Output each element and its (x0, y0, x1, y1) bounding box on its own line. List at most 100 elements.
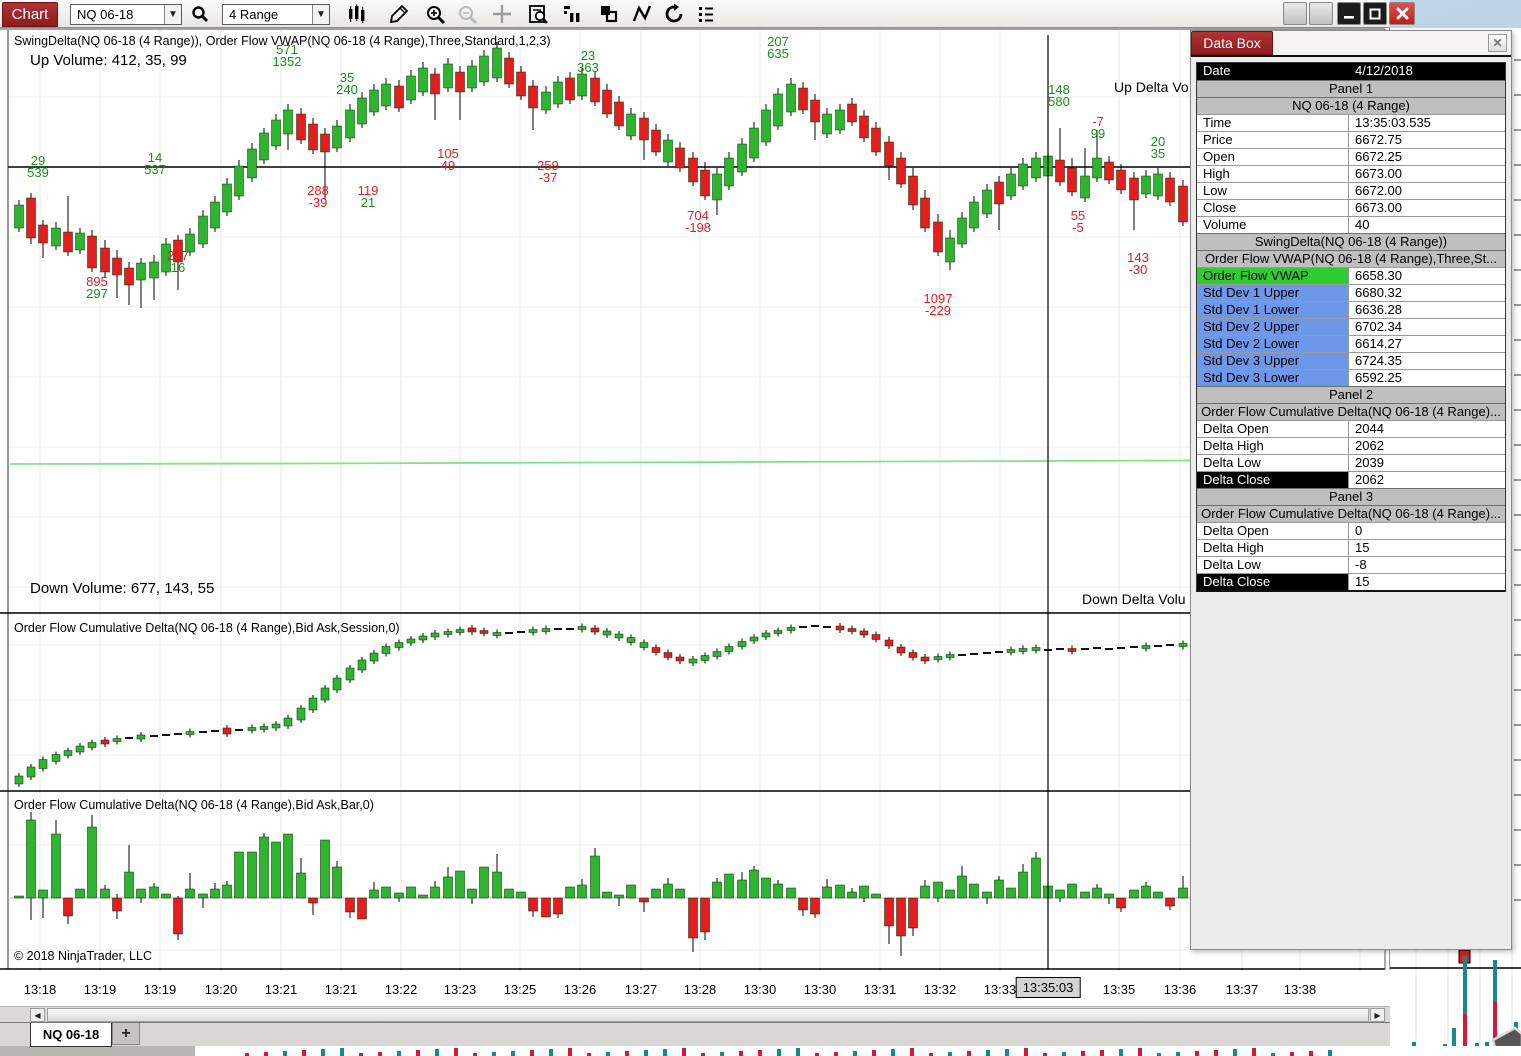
up-volume-label: Up Volume: 412, 35, 99 (30, 52, 187, 69)
minimize-button[interactable] (1337, 2, 1361, 25)
reload-button[interactable] (662, 3, 686, 25)
zoom-out-button[interactable] (455, 3, 479, 25)
close-icon (1396, 7, 1408, 20)
maximize-icon (1369, 8, 1381, 19)
zoom-in-button[interactable] (423, 3, 447, 25)
panel3-indicator-label: Order Flow Cumulative Delta(NQ 06-18 (4 … (14, 798, 374, 812)
horizontal-scrollbar[interactable]: ◀ ▶ (0, 1006, 1390, 1022)
swing-delta-label: 1097 -229 (923, 291, 953, 318)
window-button-2[interactable] (1309, 2, 1333, 25)
search-icon (192, 6, 209, 23)
background-patch (0, 1046, 195, 1056)
time-axis-label: 13:19 (143, 982, 177, 997)
period-selector[interactable]: 4 Range ▼ (222, 4, 330, 25)
instrument-search-button[interactable] (188, 3, 212, 25)
time-axis-label: 13:27 (624, 982, 658, 997)
scroll-left-button[interactable]: ◀ (30, 1008, 45, 1022)
swing-delta-label: 23 363 (577, 48, 599, 75)
data-box-row: High 6673.00 (1197, 165, 1505, 182)
data-box-section-header: SwingDelta(NQ 06-18 (4 Range)) (1197, 233, 1505, 250)
swing-delta-label: 704 -198 (684, 208, 712, 235)
candles-icon (349, 4, 365, 23)
crosshair-plus-icon (493, 5, 511, 23)
time-axis-label: 13:36 (1163, 982, 1197, 997)
swing-delta-label: 14 537 (144, 150, 166, 177)
data-box-section-header: Order Flow Cumulative Delta(NQ 06-18 (4 … (1197, 505, 1505, 522)
time-axis-label: 13:19 (83, 982, 117, 997)
data-box-row: Delta Close 2062 (1197, 471, 1505, 488)
time-axis-label: 13:30 (743, 982, 777, 997)
close-window-button[interactable] (1389, 2, 1415, 25)
data-box-section-header: Order Flow VWAP(NQ 06-18 (4 Range),Three… (1197, 250, 1505, 267)
chevron-down-icon[interactable]: ▼ (164, 5, 181, 24)
data-box-section-header: Order Flow Cumulative Delta(NQ 06-18 (4 … (1197, 403, 1505, 420)
swing-delta-label: 895 297 (86, 274, 108, 301)
data-box-row: Delta High 2062 (1197, 437, 1505, 454)
data-box-row: Std Dev 3 Upper 6724.35 (1197, 352, 1505, 369)
swing-delta-label: 207 16 (167, 248, 189, 275)
scrollbar-thumb[interactable] (47, 1008, 1369, 1022)
tab-nq-06-18[interactable]: NQ 06-18 (30, 1023, 112, 1047)
instrument-value: NQ 06-18 (77, 7, 134, 22)
time-axis-label: 13:25 (503, 982, 537, 997)
data-box-row: Delta Low 2039 (1197, 454, 1505, 471)
swing-delta-label: 105 49 (437, 146, 459, 173)
panels-icon (601, 6, 618, 23)
data-box-titlebar[interactable]: Data Box ✕ (1191, 31, 1511, 57)
maximize-button[interactable] (1363, 2, 1387, 25)
data-series-button[interactable] (560, 3, 584, 25)
chevron-down-icon[interactable]: ▼ (312, 5, 329, 24)
time-axis-label: 13:28 (683, 982, 717, 997)
time-axis-label: 13:18 (23, 982, 57, 997)
swing-delta-label: 29 539 (27, 153, 49, 180)
data-box-row: Low 6672.00 (1197, 182, 1505, 199)
window-button-1[interactable] (1283, 2, 1307, 25)
data-box-row: Date 4/12/2018 (1197, 63, 1505, 80)
time-axis-label: 13:38 (1283, 982, 1317, 997)
data-box-row: Delta High 15 (1197, 539, 1505, 556)
data-box-button[interactable] (526, 3, 550, 25)
data-series-icon (564, 6, 580, 22)
data-box-row: Volume 40 (1197, 216, 1505, 233)
data-box-row: Std Dev 1 Upper 6680.32 (1197, 284, 1505, 301)
time-axis-label: 13:22 (384, 982, 418, 997)
data-box-title: Data Box (1191, 31, 1273, 55)
time-axis[interactable]: 13:18 13:19 13:19 13:20 13:21 13:21 13:22 13:23… (0, 970, 1390, 1006)
data-box-row: Price 6672.75 (1197, 131, 1505, 148)
time-axis-label: 13:23 (443, 982, 477, 997)
drawing-tools-button[interactable] (387, 3, 411, 25)
data-box-row: Std Dev 1 Lower 6636.28 (1197, 301, 1505, 318)
data-box-close-button[interactable]: ✕ (1488, 34, 1507, 52)
data-box-row: Order Flow VWAP 6658.30 (1197, 267, 1505, 284)
data-box-section-header: Panel 1 (1197, 80, 1505, 97)
swing-delta-label: 259 -37 (537, 158, 559, 185)
toolbar: Chart NQ 06-18 ▼ 4 Range ▼ (0, 0, 1415, 28)
data-box-table: Date 4/12/2018 Panel 1 NQ 06-18 (4 Range) Ti… (1196, 62, 1506, 592)
chart-search-icon (528, 4, 548, 24)
chart-style-button[interactable] (345, 3, 369, 25)
close-icon: ✕ (1492, 36, 1503, 50)
line-tool-button[interactable] (630, 3, 654, 25)
data-box-row: Std Dev 2 Lower 6614.27 (1197, 335, 1505, 352)
properties-button[interactable] (694, 3, 718, 25)
chart-menu-tab[interactable]: Chart (2, 2, 58, 27)
add-tab-button[interactable]: + (112, 1023, 140, 1045)
desktop: Chart NQ 06-18 ▼ 4 Range ▼ SwingDelta(NQ… (0, 0, 1521, 1056)
data-box-section-header: NQ 06-18 (4 Range) (1197, 97, 1505, 114)
data-box-row: Std Dev 2 Upper 6702.34 (1197, 318, 1505, 335)
time-axis-label: 13:21 (324, 982, 358, 997)
copyright-label: © 2018 NinjaTrader, LLC (14, 949, 152, 963)
time-axis-label: 13:20 (204, 982, 238, 997)
swing-delta-label: 55 -5 (1070, 208, 1086, 235)
reload-icon (665, 3, 683, 23)
time-axis-label: 13:35 (1102, 982, 1136, 997)
instrument-selector[interactable]: NQ 06-18 ▼ (70, 4, 182, 25)
time-axis-label: 13:33 (983, 982, 1017, 997)
crosshair-button[interactable] (490, 3, 514, 25)
scroll-right-button[interactable]: ▶ (1370, 1008, 1385, 1022)
panels-button[interactable] (597, 3, 621, 25)
chart-menu-label: Chart (11, 6, 49, 23)
zoom-out-icon (458, 5, 477, 24)
chart-canvas[interactable] (0, 28, 1390, 1006)
down-delta-label: Down Delta Volu (1082, 591, 1186, 607)
